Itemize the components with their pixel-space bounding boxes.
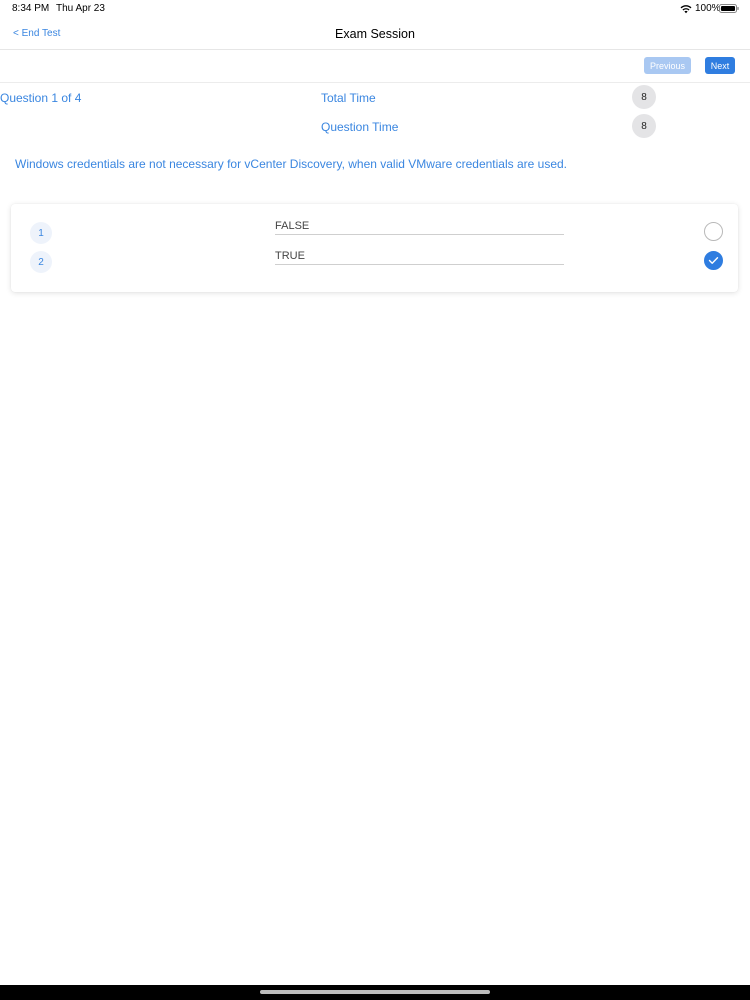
battery-percent: 100% <box>695 3 721 14</box>
previous-button[interactable]: Previous <box>644 57 691 74</box>
option-number: 2 <box>30 251 52 273</box>
option-number: 1 <box>30 222 52 244</box>
option-radio-unchecked[interactable] <box>704 222 723 241</box>
option-text[interactable]: FALSE <box>275 220 309 232</box>
option-radio-checked[interactable] <box>704 251 723 270</box>
option-text[interactable]: TRUE <box>275 250 305 262</box>
total-time-badge: 8 <box>632 85 656 109</box>
next-button[interactable]: Next <box>705 57 735 74</box>
total-time-label: Total Time <box>321 91 376 105</box>
nav-divider <box>0 49 750 50</box>
checkmark-icon <box>708 257 719 264</box>
page-title: Exam Session <box>335 27 415 41</box>
question-text: Windows credentials are not necessary fo… <box>15 157 568 171</box>
battery-icon <box>719 4 739 13</box>
question-time-badge: 8 <box>632 114 656 138</box>
status-time: 8:34 PM <box>12 3 50 14</box>
option-underline <box>275 264 564 265</box>
answer-card <box>11 204 738 292</box>
status-date: Thu Apr 23 <box>56 3 105 14</box>
home-indicator[interactable] <box>260 990 490 994</box>
wifi-icon <box>680 5 692 14</box>
toolbar-divider <box>0 82 750 83</box>
question-counter: Question 1 of 4 <box>0 91 82 105</box>
option-underline <box>275 234 564 235</box>
question-time-label: Question Time <box>321 120 399 134</box>
